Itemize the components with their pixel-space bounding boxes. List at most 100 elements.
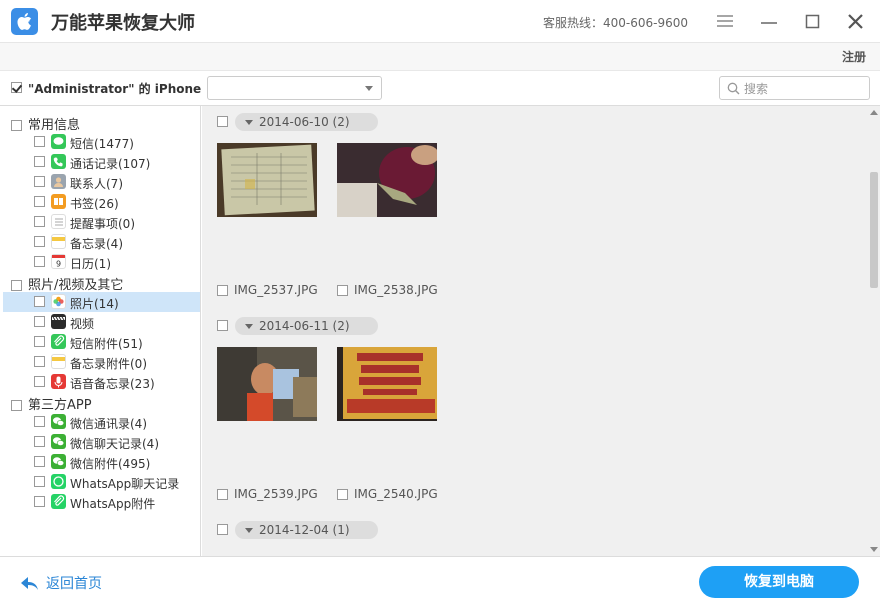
group-checkbox[interactable]: [11, 280, 22, 291]
sidebar-item-label: 提醒事项(0): [70, 217, 135, 231]
sidebar-item-photos[interactable]: 照片(14): [3, 292, 200, 312]
item-checkbox[interactable]: [34, 496, 45, 507]
photo-filename[interactable]: IMG_2540.JPG: [337, 487, 438, 503]
photo-checkbox[interactable]: [337, 489, 348, 500]
sidebar-item-bookmarks[interactable]: 书签(26): [3, 192, 200, 212]
contacts-icon: [51, 174, 66, 189]
scroll-down-icon[interactable]: [870, 547, 878, 552]
item-checkbox[interactable]: [34, 436, 45, 447]
sidebar-item-wechat-contacts[interactable]: 微信通讯录(4): [3, 412, 200, 432]
item-checkbox[interactable]: [34, 296, 45, 307]
maximize-icon[interactable]: [802, 10, 824, 32]
sidebar-item-wechat-attachments[interactable]: 微信附件(495): [3, 452, 200, 472]
video-icon: [51, 314, 66, 329]
sidebar-item-videos[interactable]: 视频: [3, 312, 200, 332]
sidebar-item-contacts[interactable]: 联系人(7): [3, 172, 200, 192]
photo-checkbox[interactable]: [337, 285, 348, 296]
photo-checkbox[interactable]: [217, 285, 228, 296]
bookmark-icon: [51, 194, 66, 209]
date-pill[interactable]: 2014-12-04 (1): [235, 521, 378, 539]
close-icon[interactable]: [845, 10, 867, 32]
photo-checkbox[interactable]: [217, 489, 228, 500]
whatsapp-icon: [51, 494, 66, 509]
title-bar: 万能苹果恢复大师 客服热线：400-606-9600: [0, 0, 880, 43]
group-checkbox[interactable]: [11, 120, 22, 131]
search-box[interactable]: [719, 76, 870, 100]
group-common-info[interactable]: 常用信息: [11, 114, 81, 133]
recover-to-computer-button[interactable]: 恢复到电脑: [699, 566, 859, 598]
content-scrollbar[interactable]: [868, 106, 880, 556]
item-checkbox[interactable]: [34, 376, 45, 387]
sidebar-item-label: 微信附件(495): [70, 457, 151, 471]
group-third-party[interactable]: 第三方APP: [11, 394, 92, 413]
message-icon: [51, 134, 66, 149]
sidebar-item-label: 日历(1): [70, 257, 111, 271]
sidebar-item-label: 微信聊天记录(4): [70, 437, 159, 451]
sidebar-item-notes[interactable]: 备忘录(4): [3, 232, 200, 252]
item-checkbox[interactable]: [34, 356, 45, 367]
photo-thumbnail[interactable]: [217, 143, 317, 217]
item-checkbox[interactable]: [34, 236, 45, 247]
photo-filename[interactable]: IMG_2539.JPG: [217, 487, 318, 503]
search-input[interactable]: [742, 79, 866, 99]
svg-text:9: 9: [56, 260, 61, 269]
date-checkbox[interactable]: [217, 524, 228, 535]
sidebar-item-sms[interactable]: 短信(1477): [3, 132, 200, 152]
item-checkbox[interactable]: [34, 416, 45, 427]
sidebar-item-voice-memos[interactable]: 语音备忘录(23): [3, 372, 200, 392]
collapse-arrow-icon: [245, 120, 253, 125]
group-photos-videos[interactable]: 照片/视频及其它: [11, 274, 123, 293]
photo-thumbnail[interactable]: [337, 143, 437, 217]
date-checkbox[interactable]: [217, 116, 228, 127]
collapse-arrow-icon: [245, 528, 253, 533]
back-home-link[interactable]: 返回首页: [20, 573, 102, 593]
photo-filename[interactable]: IMG_2537.JPG: [217, 283, 318, 299]
item-checkbox[interactable]: [34, 256, 45, 267]
item-checkbox[interactable]: [34, 456, 45, 467]
item-checkbox[interactable]: [34, 156, 45, 167]
device-dropdown[interactable]: [207, 76, 382, 100]
sidebar-item-sms-attachments[interactable]: 短信附件(51): [3, 332, 200, 352]
menu-icon[interactable]: [714, 10, 736, 32]
date-label: 2014-06-10 (2): [259, 115, 350, 129]
group-label: 常用信息: [28, 118, 81, 133]
sidebar-item-label: 视频: [70, 317, 95, 331]
device-name: "Administrator" 的 iPhone: [28, 82, 202, 96]
minimize-icon[interactable]: [758, 10, 780, 32]
sidebar-item-label: 微信通讯录(4): [70, 417, 147, 431]
group-checkbox[interactable]: [11, 400, 22, 411]
sidebar-item-label: 备忘录附件(0): [70, 357, 147, 371]
filename-label: IMG_2538.JPG: [354, 283, 438, 297]
date-pill[interactable]: 2014-06-10 (2): [235, 113, 378, 131]
photo-filename[interactable]: IMG_2538.JPG: [337, 283, 438, 299]
sidebar-item-whatsapp-chats[interactable]: WhatsApp聊天记录: [3, 472, 200, 492]
item-checkbox[interactable]: [34, 176, 45, 187]
chevron-down-icon: [365, 86, 373, 91]
scroll-up-icon[interactable]: [870, 110, 878, 115]
sidebar-item-label: WhatsApp附件: [70, 497, 156, 511]
sidebar-item-label: 照片(14): [70, 297, 119, 311]
item-checkbox[interactable]: [34, 316, 45, 327]
voice-memo-icon: [51, 374, 66, 389]
item-checkbox[interactable]: [34, 476, 45, 487]
item-checkbox[interactable]: [34, 336, 45, 347]
wechat-icon: [51, 454, 66, 469]
sidebar-item-whatsapp-attachments[interactable]: WhatsApp附件: [3, 492, 200, 512]
sidebar-item-notes-attachments[interactable]: 备忘录附件(0): [3, 352, 200, 372]
item-checkbox[interactable]: [34, 216, 45, 227]
item-checkbox[interactable]: [34, 196, 45, 207]
sidebar-item-reminders[interactable]: 提醒事项(0): [3, 212, 200, 232]
register-link[interactable]: 注册: [842, 48, 866, 65]
item-checkbox[interactable]: [34, 136, 45, 147]
photo-thumbnail[interactable]: [337, 347, 437, 421]
date-pill[interactable]: 2014-06-11 (2): [235, 317, 378, 335]
date-checkbox[interactable]: [217, 320, 228, 331]
back-home-label: 返回首页: [46, 576, 102, 592]
device-checkbox[interactable]: [11, 82, 22, 93]
sidebar-item-wechat-chats[interactable]: 微信聊天记录(4): [3, 432, 200, 452]
sidebar-item-calendar[interactable]: 9 日历(1): [3, 252, 200, 272]
notes-attachment-icon: [51, 354, 66, 369]
scroll-thumb[interactable]: [870, 172, 878, 288]
sidebar-item-calls[interactable]: 通话记录(107): [3, 152, 200, 172]
photo-thumbnail[interactable]: [217, 347, 317, 421]
